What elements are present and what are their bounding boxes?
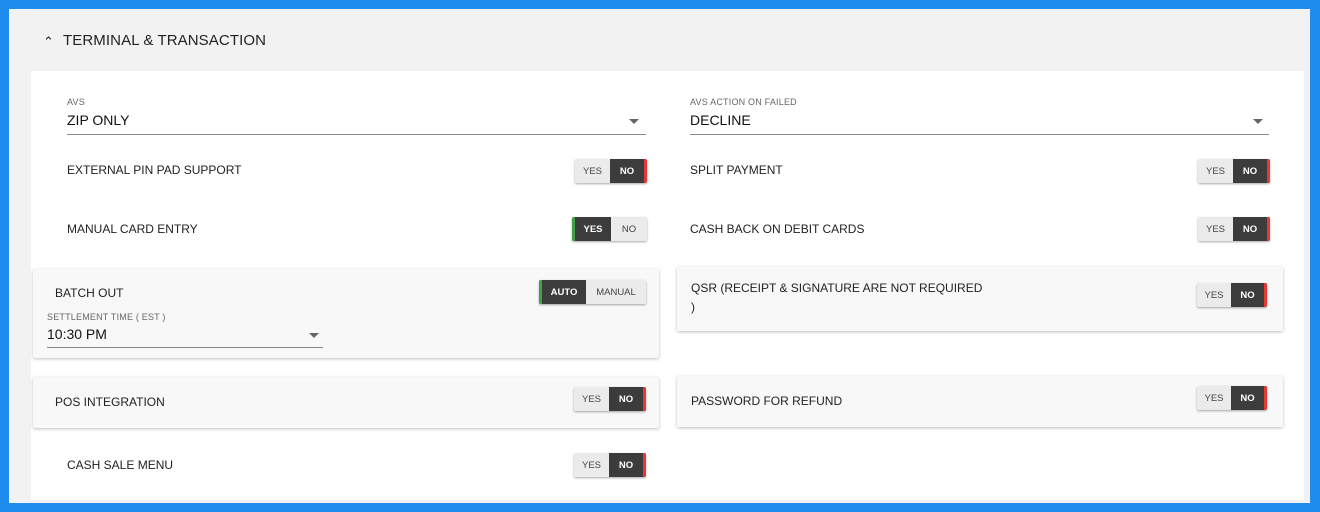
avs-action-select[interactable]: AVS ACTION ON FAILED DECLINE	[690, 95, 1269, 135]
section-title: TERMINAL & TRANSACTION	[63, 31, 267, 49]
settlement-time-select[interactable]: SETTLEMENT TIME ( EST ) 10:30 PM	[47, 312, 323, 350]
avs-select[interactable]: AVS ZIP ONLY	[67, 95, 646, 135]
yes-option[interactable]: YES	[575, 159, 610, 183]
no-option[interactable]: NO	[1233, 159, 1270, 183]
batch-out-label: BATCH OUT	[55, 286, 124, 300]
avs-label: AVS	[67, 97, 85, 107]
no-option[interactable]: NO	[609, 453, 646, 477]
avs-action-label: AVS ACTION ON FAILED	[690, 97, 797, 107]
avs-action-value: DECLINE	[690, 112, 751, 128]
no-option[interactable]: NO	[610, 159, 647, 183]
dropdown-caret-icon[interactable]	[309, 333, 319, 338]
auto-option[interactable]: AUTO	[539, 280, 586, 304]
yes-option[interactable]: YES	[1198, 217, 1233, 241]
settings-frame: ⌃ TERMINAL & TRANSACTION AVS ZIP ONLY AV…	[9, 9, 1310, 503]
chevron-up-icon[interactable]: ⌃	[43, 34, 57, 50]
no-option[interactable]: NO	[1231, 386, 1267, 410]
manual-option[interactable]: MANUAL	[586, 280, 646, 304]
password-refund-label: PASSWORD FOR REFUND	[691, 394, 843, 408]
qsr-card: QSR (RECEIPT & SIGNATURE ARE NOT REQUIRE…	[677, 267, 1283, 331]
batch-out-toggle[interactable]: AUTO MANUAL	[539, 280, 646, 304]
terminal-transaction-panel: AVS ZIP ONLY AVS ACTION ON FAILED DECLIN…	[31, 71, 1304, 500]
settlement-time-label: SETTLEMENT TIME ( EST )	[47, 312, 166, 322]
section-header[interactable]: ⌃ TERMINAL & TRANSACTION	[9, 9, 1310, 71]
password-refund-card: PASSWORD FOR REFUND YES NO	[677, 376, 1283, 427]
yes-option[interactable]: YES	[1197, 283, 1231, 307]
no-option[interactable]: NO	[1231, 283, 1267, 307]
avs-action-underline	[690, 134, 1269, 135]
external-pin-pad-label: EXTERNAL PIN PAD SUPPORT	[67, 163, 242, 177]
pos-integration-label: POS INTEGRATION	[55, 395, 165, 409]
yes-option[interactable]: YES	[1198, 159, 1233, 183]
manual-card-entry-toggle[interactable]: YES NO	[572, 217, 647, 241]
batch-out-card: BATCH OUT AUTO MANUAL SETTLEMENT TIME ( …	[33, 269, 659, 358]
yes-option[interactable]: YES	[574, 387, 609, 411]
pos-integration-card: POS INTEGRATION YES NO	[33, 377, 659, 428]
cash-back-toggle[interactable]: YES NO	[1198, 217, 1270, 241]
external-pin-pad-toggle[interactable]: YES NO	[575, 159, 647, 183]
cash-sale-menu-toggle[interactable]: YES NO	[574, 453, 646, 477]
dropdown-caret-icon[interactable]	[1253, 119, 1263, 124]
manual-card-entry-label: MANUAL CARD ENTRY	[67, 222, 198, 236]
qsr-label: QSR (RECEIPT & SIGNATURE ARE NOT REQUIRE…	[691, 281, 983, 295]
settlement-time-underline	[47, 347, 323, 348]
split-payment-toggle[interactable]: YES NO	[1198, 159, 1270, 183]
yes-option[interactable]: YES	[572, 217, 611, 241]
no-option[interactable]: NO	[609, 387, 646, 411]
password-refund-toggle[interactable]: YES NO	[1197, 386, 1267, 410]
qsr-toggle[interactable]: YES NO	[1197, 283, 1267, 307]
split-payment-label: SPLIT PAYMENT	[690, 163, 783, 177]
no-option[interactable]: NO	[1233, 217, 1270, 241]
dropdown-caret-icon[interactable]	[629, 119, 639, 124]
avs-value: ZIP ONLY	[67, 112, 130, 128]
cash-back-label: CASH BACK ON DEBIT CARDS	[690, 222, 865, 236]
settlement-time-value: 10:30 PM	[47, 326, 107, 342]
cash-sale-menu-label: CASH SALE MENU	[67, 458, 174, 472]
pos-integration-toggle[interactable]: YES NO	[574, 387, 646, 411]
qsr-label-end: )	[691, 300, 695, 314]
avs-underline	[67, 134, 646, 135]
yes-option[interactable]: YES	[574, 453, 609, 477]
yes-option[interactable]: YES	[1197, 386, 1231, 410]
no-option[interactable]: NO	[611, 217, 647, 241]
